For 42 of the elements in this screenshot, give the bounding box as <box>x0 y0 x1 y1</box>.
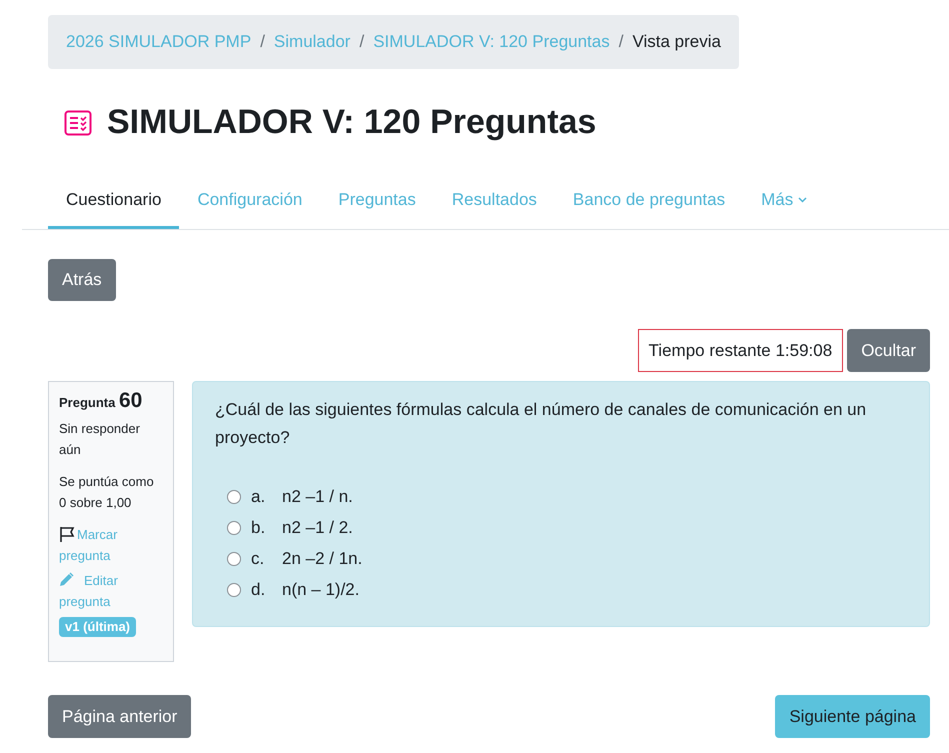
option-letter: d. <box>251 580 266 600</box>
nav-tab[interactable]: Banco de preguntas <box>554 174 744 229</box>
nav-tab[interactable]: Más <box>743 174 826 229</box>
option-text[interactable]: n(n – 1)/2. <box>282 580 360 600</box>
nav-tab[interactable]: Resultados <box>434 174 555 229</box>
breadcrumb-link[interactable]: 2026 SIMULADOR PMP <box>66 32 252 52</box>
back-button[interactable]: Atrás <box>48 259 116 301</box>
grade-text: Se puntúa como 0 sobre 1,00 <box>59 473 155 512</box>
previous-page-button[interactable]: Página anterior <box>48 695 192 738</box>
nav-tab[interactable]: Cuestionario <box>48 174 180 229</box>
radio-button[interactable] <box>227 520 241 534</box>
breadcrumb-separator: / <box>359 32 364 52</box>
edit-question-link[interactable]: Editar pregunta <box>59 570 163 612</box>
breadcrumb-separator: / <box>260 32 265 52</box>
nav-tab[interactable]: Configuración <box>179 174 320 229</box>
timer-display: Tiempo restante 1:59:08 <box>638 329 844 372</box>
breadcrumb-link[interactable]: SIMULADOR V: 120 Preguntas <box>373 32 610 52</box>
quiz-list-icon <box>64 110 92 136</box>
question-number: Pregunta 60 <box>59 390 144 413</box>
page-title: SIMULADOR V: 120 Preguntas <box>107 102 596 143</box>
next-page-button[interactable]: Siguiente página <box>775 695 930 738</box>
version-badge: v1 (última) <box>59 617 136 637</box>
radio-button[interactable] <box>227 582 241 596</box>
flag-question-link[interactable]: Marcar pregunta <box>59 524 163 566</box>
question-text: ¿Cuál de las siguientes fórmulas calcula el número de canales de comunicación en un proyecto? <box>215 399 868 449</box>
option-letter: a. <box>251 486 266 506</box>
caret-icon <box>798 197 808 203</box>
option-letter: b. <box>251 518 266 538</box>
pencil-icon[interactable] <box>59 572 74 587</box>
radio-button[interactable] <box>227 490 241 504</box>
status-text: Sin responder aún <box>59 420 141 459</box>
option-text[interactable]: 2n –2 / 1n. <box>282 548 362 568</box>
breadcrumb-current: Vista previa <box>632 32 721 52</box>
option-text[interactable]: n2 –1 / 2. <box>282 518 353 538</box>
flag-icon[interactable] <box>59 526 75 542</box>
radio-button[interactable] <box>227 552 241 566</box>
option-text[interactable]: n2 –1 / n. <box>282 486 353 506</box>
option-letter: c. <box>251 548 266 568</box>
breadcrumb-separator: / <box>618 32 624 52</box>
hide-button[interactable]: Ocultar <box>847 329 930 372</box>
nav-tab[interactable]: Preguntas <box>320 174 434 229</box>
breadcrumb-link[interactable]: Simulador <box>274 32 350 52</box>
